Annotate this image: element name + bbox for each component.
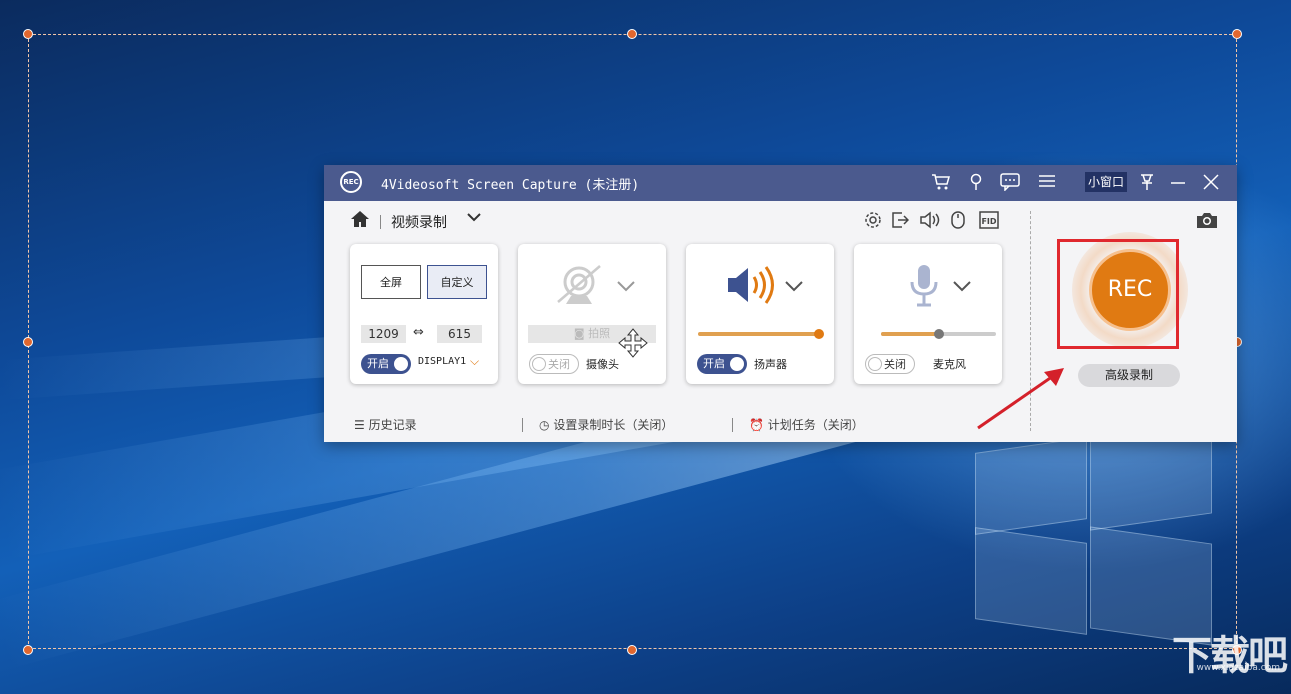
- menu-icon[interactable]: [1038, 173, 1056, 194]
- camera-card: ◙ 拍照 关闭 摄像头: [518, 244, 666, 384]
- highlight-box: [1057, 239, 1179, 349]
- resize-handle[interactable]: [23, 645, 33, 655]
- duration-label: 设置录制时长（关闭）: [553, 418, 674, 432]
- toggle-knob: [394, 357, 408, 371]
- cart-icon[interactable]: [931, 173, 951, 196]
- chevron-down-icon[interactable]: [784, 274, 804, 298]
- toggle-knob: [730, 357, 744, 371]
- speaker-volume-slider[interactable]: [698, 332, 822, 336]
- schedule-label: 计划任务（关闭）: [767, 418, 864, 432]
- mouse-icon[interactable]: [951, 211, 965, 233]
- close-icon[interactable]: [1203, 173, 1219, 196]
- alarm-icon: ⏰: [749, 418, 764, 432]
- rec-logo-icon: REC: [340, 171, 362, 193]
- fullscreen-option[interactable]: 全屏: [361, 265, 421, 299]
- speaker-icon[interactable]: [726, 264, 776, 310]
- move-cursor-icon: [618, 328, 648, 362]
- toggle-label: 开启: [703, 357, 725, 370]
- chevron-down-icon[interactable]: [616, 274, 636, 298]
- speaker-card: 开启 扬声器: [686, 244, 834, 384]
- display-card: 全屏 自定义 1209 ⇔ 615 开启 DISPLAY1 ⌵: [350, 244, 498, 384]
- width-field[interactable]: 1209: [361, 325, 406, 343]
- divider: [732, 418, 733, 432]
- arrow-icon: [977, 368, 1064, 430]
- gear-icon[interactable]: [864, 211, 882, 233]
- speaker-label: 扬声器: [754, 358, 787, 371]
- toolbar: 视频录制 FID: [324, 201, 1024, 241]
- camera-label: 摄像头: [586, 358, 619, 371]
- resize-handle[interactable]: [627, 645, 637, 655]
- title-bar: REC 4Videosoft Screen Capture (未注册) 小窗口: [324, 165, 1237, 201]
- slider-handle[interactable]: [814, 329, 824, 339]
- webcam-icon[interactable]: [554, 262, 604, 312]
- chevron-down-icon[interactable]: ⌵: [470, 354, 479, 369]
- chevron-down-icon[interactable]: [466, 209, 482, 229]
- watermark-url: www.xiazaiba.com: [1196, 663, 1280, 673]
- resize-handle[interactable]: [23, 337, 33, 347]
- list-icon: ☰: [354, 418, 365, 432]
- speaker-icon[interactable]: [919, 211, 941, 233]
- snapshot-label: 拍照: [588, 327, 611, 340]
- speaker-toggle[interactable]: 开启: [697, 354, 747, 374]
- chat-icon[interactable]: [1000, 173, 1020, 196]
- screen-capture-window: REC 4Videosoft Screen Capture (未注册) 小窗口: [324, 165, 1237, 442]
- duration-setting[interactable]: ◷ 设置录制时长（关闭）: [539, 416, 673, 433]
- divider: [522, 418, 523, 432]
- resize-handle[interactable]: [627, 29, 637, 39]
- toggle-knob: [532, 357, 546, 371]
- history-label: 历史记录: [368, 418, 417, 432]
- minimize-icon[interactable]: [1170, 173, 1186, 196]
- fid-icon[interactable]: FID: [979, 211, 999, 233]
- schedule-task[interactable]: ⏰ 计划任务（关闭）: [749, 416, 864, 433]
- toggle-label: 关闭: [884, 358, 906, 371]
- display-toggle[interactable]: 开启: [361, 354, 411, 374]
- camera-icon: ◙: [573, 327, 585, 340]
- camera-icon[interactable]: [1195, 211, 1219, 233]
- mode-selector[interactable]: 视频录制: [391, 212, 447, 232]
- advanced-record-button[interactable]: 高级录制: [1078, 364, 1180, 387]
- mic-toggle[interactable]: 关闭: [865, 354, 915, 374]
- divider: [380, 215, 381, 229]
- pin-icon[interactable]: [969, 173, 983, 196]
- slider-handle[interactable]: [934, 329, 944, 339]
- home-icon[interactable]: [350, 210, 370, 233]
- toggle-label: 开启: [367, 357, 389, 370]
- mini-window-button[interactable]: 小窗口: [1085, 172, 1128, 192]
- resize-handle[interactable]: [1232, 29, 1242, 39]
- display-select[interactable]: DISPLAY1: [418, 356, 466, 367]
- watermark: 下载吧 www.xiazaiba.com: [1168, 632, 1288, 692]
- resize-handle[interactable]: [23, 29, 33, 39]
- mic-icon[interactable]: [909, 264, 939, 312]
- height-field[interactable]: 615: [437, 325, 482, 343]
- history-link[interactable]: ☰ 历史记录: [354, 416, 417, 433]
- clock-icon: ◷: [539, 418, 550, 432]
- export-icon[interactable]: [891, 211, 910, 233]
- toggle-label: 关闭: [548, 358, 570, 371]
- mic-volume-fill: [881, 332, 939, 336]
- custom-region-option[interactable]: 自定义: [427, 265, 487, 299]
- chevron-down-icon[interactable]: [952, 274, 972, 298]
- toggle-knob: [868, 357, 882, 371]
- pin-top-icon[interactable]: [1139, 173, 1155, 196]
- link-icon[interactable]: ⇔: [413, 325, 424, 340]
- camera-toggle[interactable]: 关闭: [529, 354, 579, 374]
- mic-label: 麦克风: [933, 358, 966, 371]
- svg-text:FID: FID: [981, 217, 996, 226]
- window-title: 4Videosoft Screen Capture (未注册): [381, 178, 640, 193]
